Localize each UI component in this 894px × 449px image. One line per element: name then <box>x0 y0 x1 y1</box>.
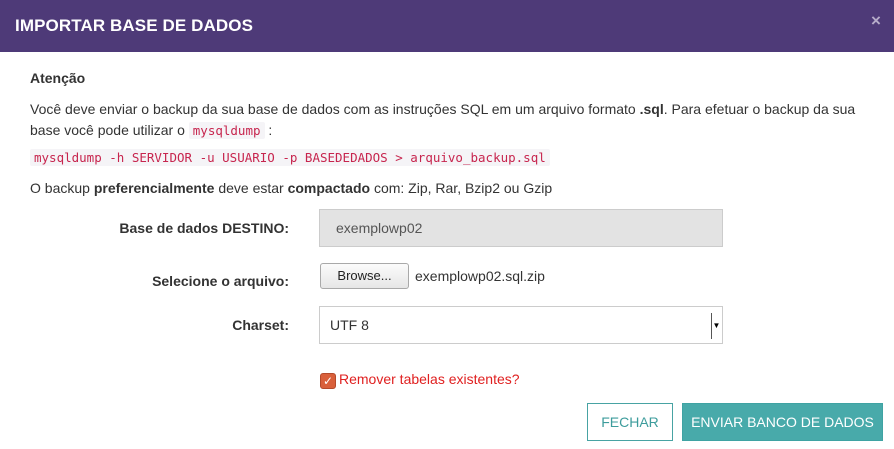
note-bold: preferencialmente <box>93 180 215 196</box>
charset-value: UTF 8 <box>330 317 369 333</box>
note-part: O backup <box>30 180 94 196</box>
note-bold: compactado <box>287 180 371 196</box>
compression-note: O backup preferencialmente deve estar co… <box>30 180 552 196</box>
chevron-down-icon: ▼ <box>711 313 721 339</box>
note-part: deve estar <box>214 180 288 196</box>
file-label: Selecione o arquivo: <box>152 273 289 289</box>
charset-select[interactable]: UTF 8 ▼ <box>319 306 723 344</box>
instructions-part: Você deve enviar o backup da sua base de… <box>30 101 640 117</box>
modal-header: IMPORTAR BASE DE DADOS × <box>0 0 894 52</box>
import-database-modal: IMPORTAR BASE DE DADOS × Atenção Você de… <box>0 0 894 449</box>
charset-label: Charset: <box>232 317 289 333</box>
instructions-text: Você deve enviar o backup da sua base de… <box>30 99 870 141</box>
drop-tables-checkbox[interactable]: ✓ <box>320 373 336 389</box>
close-button[interactable]: FECHAR <box>587 403 673 441</box>
command-code: mysqldump -h SERVIDOR -u USUARIO -p BASE… <box>30 149 550 166</box>
note-part: com: Zip, Rar, Bzip2 ou Gzip <box>370 180 553 196</box>
instructions-part: : <box>264 122 273 138</box>
dest-db-input: exemplowp02 <box>319 209 723 247</box>
command-example: mysqldump -h SERVIDOR -u USUARIO -p BASE… <box>30 149 550 166</box>
close-icon[interactable]: × <box>868 11 884 31</box>
mysqldump-code: mysqldump <box>188 122 265 139</box>
dest-db-label: Base de dados DESTINO: <box>119 220 289 236</box>
browse-button[interactable]: Browse... <box>320 263 409 289</box>
modal-title: IMPORTAR BASE DE DADOS <box>15 16 254 35</box>
sql-extension: .sql <box>639 101 664 117</box>
attention-heading: Atenção <box>30 70 86 86</box>
drop-tables-label[interactable]: Remover tabelas existentes? <box>339 371 520 387</box>
selected-file-name: exemplowp02.sql.zip <box>415 268 545 284</box>
send-database-button[interactable]: ENVIAR BANCO DE DADOS <box>682 403 883 441</box>
